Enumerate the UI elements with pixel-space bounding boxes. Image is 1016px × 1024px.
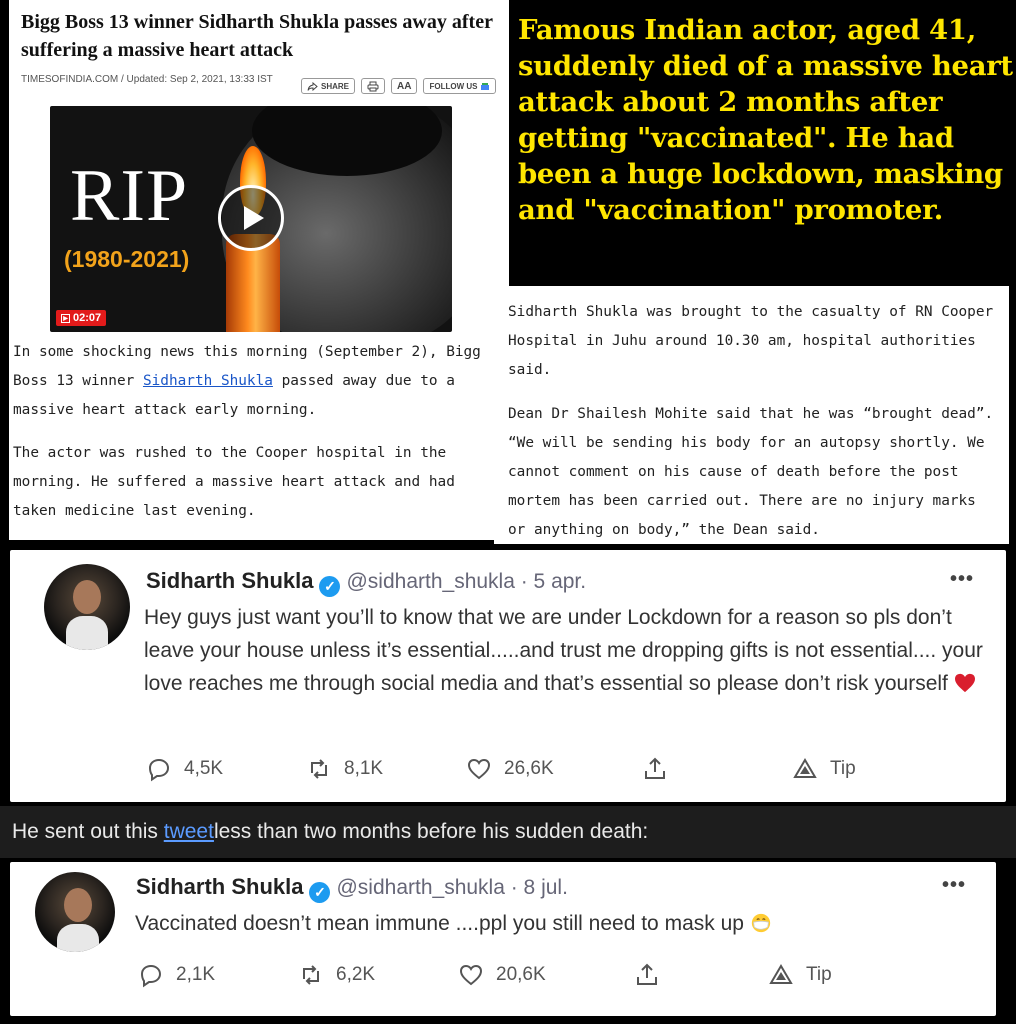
reply-count: 2,1K xyxy=(176,964,216,985)
tweet-author-name[interactable]: Sidharth Shukla xyxy=(146,568,313,593)
caption-text: He sent out this tweetless than two mont… xyxy=(12,820,648,844)
tweet-text: Hey guys just want you’ll to know that w… xyxy=(144,601,990,700)
share-icon xyxy=(307,81,318,91)
caption-text-before: He sent out this xyxy=(12,820,164,843)
reply-icon xyxy=(148,758,170,782)
video-player[interactable]: RIP (1980-2021) ▶ 02:07 xyxy=(50,106,452,332)
tweet-actions: 2,1K 6,2K 20,6K Tip xyxy=(138,962,832,988)
article-paragraph-3: Sidharth Shukla was brought to the casua… xyxy=(508,304,994,378)
google-news-icon xyxy=(481,82,490,90)
share-button[interactable]: SHARE xyxy=(301,78,356,94)
tweet-1[interactable]: Sidharth Shukla ✓ @sidharth_shukla · 5 apr… xyxy=(10,550,1006,802)
retweet-icon xyxy=(303,965,319,985)
share-tweet-button[interactable] xyxy=(634,962,768,988)
article-panel: Bigg Boss 13 winner Sidharth Shukla pass… xyxy=(9,0,509,540)
red-heart-emoji-icon xyxy=(954,673,975,693)
video-duration-badge: ▶ 02:07 xyxy=(56,310,107,326)
tip-icon xyxy=(769,964,793,984)
caption-text-after: less than two months before his sudden d… xyxy=(213,820,649,843)
tweet-body: Vaccinated doesn’t mean immune ....ppl y… xyxy=(135,912,744,935)
avatar-head xyxy=(73,580,101,614)
heart-icon xyxy=(459,964,483,986)
article-toolbar: SHARE AA FOLLOW US xyxy=(301,78,497,94)
retweet-count: 8,1K xyxy=(344,758,384,779)
share-upload-icon xyxy=(645,757,665,779)
avatar-shirt xyxy=(57,924,99,952)
tip-button[interactable]: Tip xyxy=(768,962,832,988)
caption-strip: He sent out this tweetless than two mont… xyxy=(0,806,1016,858)
retweet-icon xyxy=(311,759,327,779)
video-rip-text: RIP xyxy=(70,155,189,237)
font-size-label: AA xyxy=(397,80,412,92)
tweet-author: Sidharth Shukla ✓ @sidharth_shukla · 8 jul… xyxy=(136,874,568,903)
tweet-link[interactable]: tweet xyxy=(164,820,214,843)
verified-badge-icon: ✓ xyxy=(319,576,341,597)
print-button[interactable] xyxy=(361,78,386,94)
article-continuation-panel: Sidharth Shukla was brought to the casua… xyxy=(494,286,1009,544)
reply-icon xyxy=(140,964,162,988)
more-options-icon[interactable]: ••• xyxy=(942,874,966,897)
follow-us-button[interactable]: FOLLOW US xyxy=(423,78,497,94)
retweet-count: 6,2K xyxy=(336,964,376,985)
article-headline: Bigg Boss 13 winner Sidharth Shukla pass… xyxy=(21,11,493,61)
heart-icon xyxy=(467,758,491,780)
retweet-button[interactable]: 8,1K xyxy=(306,756,466,782)
sidharth-shukla-link[interactable]: Sidharth Shukla xyxy=(143,373,273,389)
like-count: 26,6K xyxy=(504,758,554,779)
tweet-2[interactable]: Sidharth Shukla ✓ @sidharth_shukla · 8 jul… xyxy=(10,862,996,1016)
share-upload-icon xyxy=(637,963,657,985)
tweet-actions: 4,5K 8,1K 26,6K Tip xyxy=(146,756,856,782)
font-size-button[interactable]: AA xyxy=(391,78,418,94)
tip-button[interactable]: Tip xyxy=(792,756,856,782)
tweet-author-name[interactable]: Sidharth Shukla xyxy=(136,874,303,899)
like-count: 20,6K xyxy=(496,964,546,985)
article-meta: TIMESOFINDIA.COM / Updated: Sep 2, 2021,… xyxy=(21,74,273,85)
claim-text: Famous Indian actor, aged 41, suddenly d… xyxy=(518,14,1013,226)
tweet-body: Hey guys just want you’ll to know that w… xyxy=(144,606,983,695)
verified-badge-icon: ✓ xyxy=(309,882,331,903)
tweet-author: Sidharth Shukla ✓ @sidharth_shukla · 5 apr… xyxy=(146,568,586,597)
play-button[interactable] xyxy=(218,185,284,251)
share-tweet-button[interactable] xyxy=(642,756,792,782)
article-paragraph-1: In some shocking news this morning (Sept… xyxy=(13,338,483,425)
tweet-handle-date: @sidharth_shukla · 8 jul. xyxy=(336,876,568,899)
share-label: SHARE xyxy=(321,81,350,91)
face-with-medical-mask-emoji-icon xyxy=(751,913,770,933)
video-duration: 02:07 xyxy=(73,312,102,324)
avatar-head xyxy=(64,888,92,922)
article-paragraph-2: The actor was rushed to the Cooper hospi… xyxy=(13,445,455,519)
tip-label: Tip xyxy=(830,758,856,779)
tip-label: Tip xyxy=(806,964,832,985)
like-button[interactable]: 26,6K xyxy=(466,756,642,782)
reply-button[interactable]: 2,1K xyxy=(138,962,298,988)
tweet-handle-date: @sidharth_shukla · 5 apr. xyxy=(346,570,587,593)
print-icon xyxy=(367,81,379,91)
avatar[interactable] xyxy=(35,872,115,952)
reply-count: 4,5K xyxy=(184,758,224,779)
avatar-shirt xyxy=(66,616,108,650)
follow-label: FOLLOW US xyxy=(429,81,478,91)
more-options-icon[interactable]: ••• xyxy=(950,568,974,591)
claim-panel: Famous Indian actor, aged 41, suddenly d… xyxy=(509,0,1016,286)
reply-button[interactable]: 4,5K xyxy=(146,756,306,782)
video-icon: ▶ xyxy=(61,313,70,323)
video-years-text: (1980-2021) xyxy=(64,246,190,272)
avatar[interactable] xyxy=(44,564,130,650)
like-button[interactable]: 20,6K xyxy=(458,962,634,988)
retweet-button[interactable]: 6,2K xyxy=(298,962,458,988)
tweet-text: Vaccinated doesn’t mean immune ....ppl y… xyxy=(135,907,975,940)
tip-icon xyxy=(793,758,817,778)
article-paragraph-4: Dean Dr Shailesh Mohite said that he was… xyxy=(508,406,994,538)
play-icon xyxy=(243,206,264,230)
